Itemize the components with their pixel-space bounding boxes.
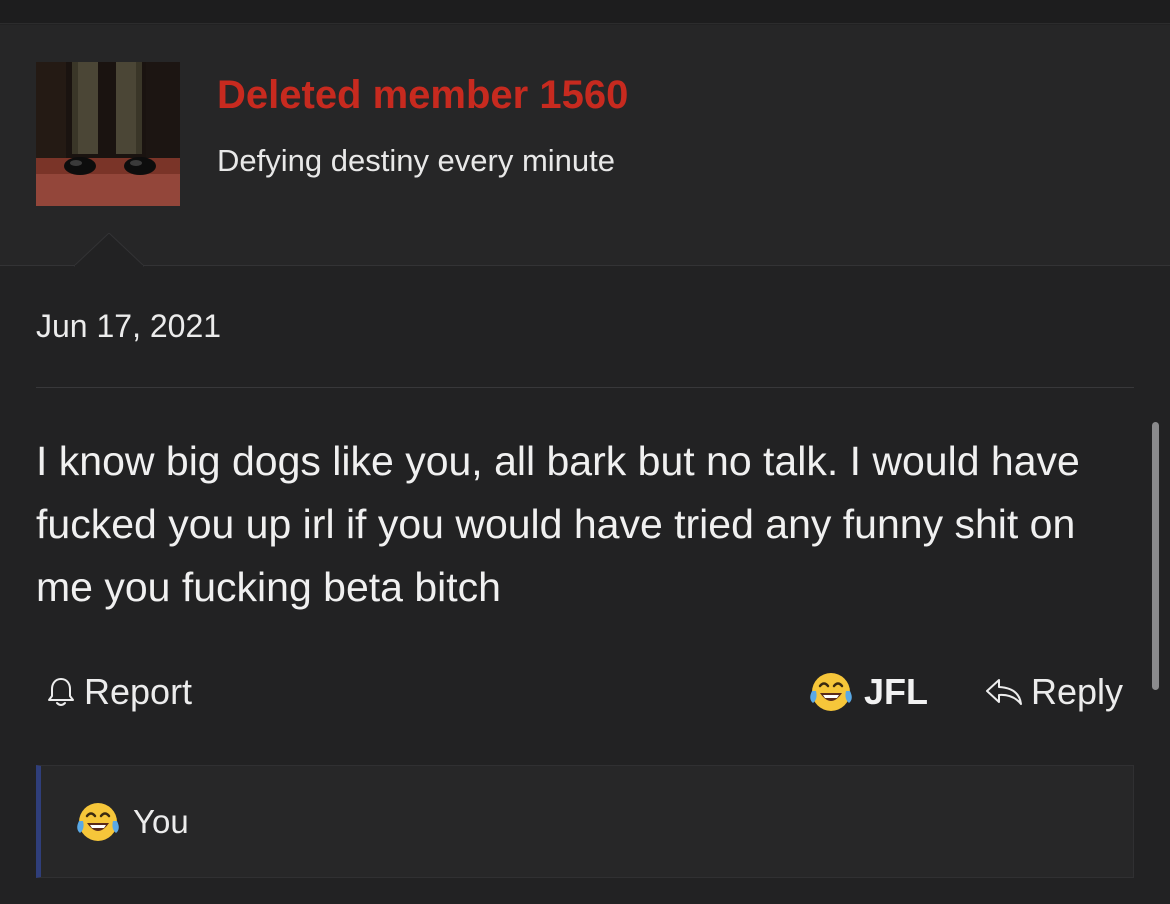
post-body: I know big dogs like you, all bark but n… <box>36 438 1080 610</box>
divider <box>36 387 1134 388</box>
laughing-crying-emoji-icon <box>77 802 119 841</box>
reaction-label: JFL <box>864 671 929 712</box>
report-label: Report <box>84 671 193 712</box>
report-button[interactable]: Report <box>44 666 192 718</box>
reply-arrow-icon <box>986 679 1022 705</box>
top-strip <box>0 0 1170 24</box>
bell-icon <box>48 678 74 706</box>
username-link[interactable]: Deleted member 1560 <box>217 73 628 118</box>
reactions-users[interactable]: You <box>133 803 189 841</box>
reply-button[interactable]: Reply <box>983 666 1123 718</box>
user-header: Deleted member 1560 Defying destiny ever… <box>0 25 1170 267</box>
user-title: Defying destiny every minute <box>217 143 616 178</box>
post-page: Deleted member 1560 Defying destiny ever… <box>0 0 1170 904</box>
reactions-list: You <box>75 766 189 877</box>
reaction-button[interactable]: JFL <box>808 666 928 718</box>
post-actions: Report JFL Reply <box>36 666 1134 718</box>
avatar-image <box>36 62 180 206</box>
avatar[interactable] <box>36 62 180 206</box>
reactions-summary[interactable]: You <box>36 765 1134 878</box>
reply-label: Reply <box>1031 671 1124 712</box>
scrollbar[interactable] <box>1152 422 1159 690</box>
laughing-crying-emoji-icon <box>810 673 852 711</box>
post-date[interactable]: Jun 17, 2021 <box>36 308 221 345</box>
